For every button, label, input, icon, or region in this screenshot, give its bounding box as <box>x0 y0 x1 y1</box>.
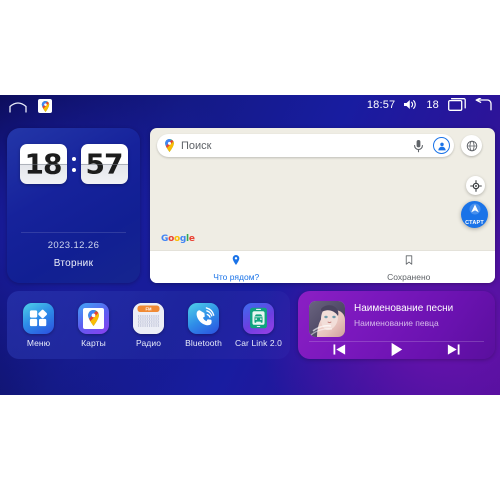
fm-radio-icon: FM <box>133 302 164 334</box>
clock-minutes: 57 <box>85 147 124 181</box>
microphone-icon[interactable] <box>413 139 424 153</box>
app-maps-label: Карты <box>81 337 106 348</box>
clock-colon <box>71 156 77 172</box>
status-time: 18:57 <box>366 98 396 111</box>
clock-hours: 18 <box>24 147 63 181</box>
app-car-link[interactable]: Car Link 2.0 <box>234 302 284 348</box>
map-nav-saved[interactable]: Сохранено <box>323 251 496 283</box>
status-bar: 18:57 18 <box>0 95 500 121</box>
google-maps-icon[interactable] <box>38 99 52 113</box>
map-pin-icon <box>164 139 175 152</box>
map-nav-nearby[interactable]: Что рядом? <box>150 251 323 283</box>
navigation-arrow-icon <box>469 202 481 220</box>
search-placeholder: Поиск <box>181 139 212 152</box>
app-menu-label: Меню <box>26 337 51 348</box>
clock-hours-card: 18 <box>19 144 67 184</box>
map-bottom-nav: Что рядом? Сохранено <box>150 250 495 283</box>
clock-widget[interactable]: 18 57 2023.12.26 Вторник <box>7 128 140 283</box>
play-icon[interactable] <box>388 341 405 360</box>
start-navigation-label: СТАРТ <box>465 220 484 226</box>
status-bar-left <box>8 99 52 113</box>
track-artist: Наименование певца <box>354 318 439 328</box>
app-car-link-label: Car Link 2.0 <box>234 337 283 348</box>
status-bar-right: 18:57 18 <box>367 98 492 111</box>
search-input[interactable]: Поиск <box>157 134 454 157</box>
map-canvas[interactable]: Google СТАРТ <box>150 162 495 251</box>
app-menu[interactable]: Меню <box>14 302 64 348</box>
google-maps-icon <box>78 302 109 334</box>
my-location-icon[interactable] <box>466 176 485 195</box>
app-radio-label: Радио <box>135 337 162 348</box>
clock-divider <box>21 232 126 233</box>
music-player-widget[interactable]: Наименование песни Наименование певца <box>298 291 495 359</box>
recents-icon[interactable] <box>448 98 466 111</box>
music-controls <box>298 341 495 360</box>
app-bluetooth-label: Bluetooth <box>185 337 222 348</box>
track-title: Наименование песни <box>354 303 454 314</box>
account-avatar-icon[interactable] <box>433 137 450 154</box>
clock-weekday: Вторник <box>53 258 94 269</box>
app-bluetooth[interactable]: Bluetooth <box>179 302 229 348</box>
map-nav-saved-label: Сохранено <box>387 272 431 282</box>
volume-icon[interactable] <box>404 99 417 110</box>
car-head-unit-screen: 18:57 18 18 57 2023.12.26 Вторник Поиск … <box>0 95 500 395</box>
clock-minutes-card: 57 <box>80 144 128 184</box>
map-search-row: Поиск <box>150 128 495 162</box>
start-navigation-button[interactable]: СТАРТ <box>461 201 488 228</box>
clock-date: 2023.12.26 <box>47 240 100 251</box>
maps-widget[interactable]: Поиск Google СТАРТ Что рядом? Сохранено <box>150 128 495 283</box>
bluetooth-phone-icon <box>188 302 219 334</box>
album-art <box>309 301 345 337</box>
apps-grid-icon <box>23 302 54 334</box>
app-radio[interactable]: FM Радио <box>124 302 174 348</box>
bookmark-icon <box>405 252 413 270</box>
back-icon[interactable] <box>475 98 492 111</box>
maps-card <box>83 307 104 329</box>
flip-clock: 18 57 <box>7 144 140 184</box>
pin-icon <box>232 252 240 270</box>
svg-text:FM: FM <box>145 306 152 311</box>
car-link-icon <box>243 302 274 334</box>
map-nav-nearby-label: Что рядом? <box>213 272 260 282</box>
layers-icon[interactable] <box>461 135 482 156</box>
app-maps[interactable]: Карты <box>69 302 119 348</box>
volume-level: 18 <box>426 98 439 111</box>
next-track-icon[interactable] <box>446 342 461 360</box>
google-logo: Google <box>161 234 195 244</box>
home-icon[interactable] <box>8 99 28 113</box>
app-dock: Меню Карты FM Радио Bluetooth Car Link 2… <box>7 291 290 359</box>
previous-track-icon[interactable] <box>332 342 347 360</box>
